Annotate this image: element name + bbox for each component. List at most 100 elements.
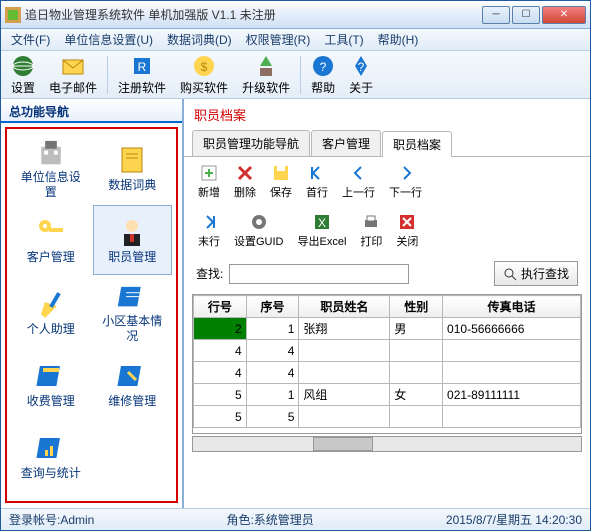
globe-icon [11, 54, 35, 78]
svg-text:R: R [138, 60, 147, 74]
toolbar-upgrade[interactable]: 升级软件 [236, 52, 296, 98]
sidebar-tab[interactable]: 总功能导航 [1, 99, 182, 123]
cell-gender[interactable]: 男 [390, 318, 443, 340]
staff-table: 行号 序号 职员姓名 性别 传真电话 21张翔男010-566666664444… [193, 295, 581, 428]
status-account: Admin [60, 513, 94, 527]
cell-fax[interactable]: 021-89111111 [443, 384, 581, 406]
cell-fax[interactable] [443, 340, 581, 362]
cell-seq[interactable]: 1 [246, 318, 299, 340]
sidebar-item-repair[interactable]: 维修管理 [93, 349, 173, 419]
table-row[interactable]: 21张翔男010-56666666 [194, 318, 581, 340]
first-button[interactable]: 首行 [300, 161, 334, 202]
cell-rownum[interactable]: 4 [194, 362, 247, 384]
cell-rownum[interactable]: 5 [194, 384, 247, 406]
horizontal-scrollbar[interactable] [192, 436, 582, 452]
tab-staff-nav[interactable]: 职员管理功能导航 [192, 130, 310, 156]
cell-name[interactable] [299, 362, 390, 384]
cell-name[interactable] [299, 406, 390, 428]
col-gender[interactable]: 性别 [390, 296, 443, 318]
data-grid[interactable]: 行号 序号 职员姓名 性别 传真电话 21张翔男010-566666664444… [192, 294, 582, 434]
close-button[interactable]: ✕ [542, 6, 586, 24]
building-icon [35, 137, 67, 168]
svg-text:?: ? [358, 60, 365, 74]
sidebar-item-query[interactable]: 查询与统计 [11, 421, 91, 491]
col-name[interactable]: 职员姓名 [299, 296, 390, 318]
prev-button[interactable]: 上一行 [336, 161, 381, 202]
menu-unit[interactable]: 单位信息设置(U) [58, 29, 159, 50]
tab-customer[interactable]: 客户管理 [311, 130, 381, 156]
save-icon [271, 163, 291, 183]
table-row[interactable]: 44 [194, 362, 581, 384]
toolbar-help[interactable]: ?帮助 [305, 52, 341, 98]
col-rownum[interactable]: 行号 [194, 296, 247, 318]
pen-icon [35, 288, 67, 320]
cell-gender[interactable]: 女 [390, 384, 443, 406]
sidebar-item-community[interactable]: 小区基本情况 [93, 277, 173, 347]
wrench-book-icon [116, 360, 148, 392]
sidebar-item-assistant[interactable]: 个人助理 [11, 277, 91, 347]
print-button[interactable]: 打印 [354, 210, 388, 251]
sidebar-item-unit[interactable]: 单位信息设置 [11, 133, 91, 203]
toolbar-register[interactable]: R注册软件 [112, 52, 172, 98]
table-row[interactable]: 51风组女021-89111111 [194, 384, 581, 406]
cell-gender[interactable] [390, 362, 443, 384]
cell-rownum[interactable]: 4 [194, 340, 247, 362]
sidebar-item-dict[interactable]: 数据词典 [93, 133, 173, 203]
cell-gender[interactable] [390, 406, 443, 428]
search-button[interactable]: 执行查找 [494, 261, 578, 286]
scrollbar-thumb[interactable] [313, 437, 373, 451]
toolbar-separator [300, 56, 301, 94]
maximize-button[interactable]: ☐ [512, 6, 540, 24]
search-input[interactable] [229, 264, 409, 284]
tabs-bar: 职员管理功能导航 客户管理 职员档案 [184, 130, 590, 157]
delete-icon [235, 163, 255, 183]
cell-fax[interactable] [443, 362, 581, 384]
toolbar-settings[interactable]: 设置 [5, 52, 41, 98]
col-fax[interactable]: 传真电话 [443, 296, 581, 318]
excel-button[interactable]: X导出Excel [292, 210, 353, 251]
status-role: 系统管理员 [254, 511, 314, 528]
minimize-button[interactable]: ─ [482, 6, 510, 24]
cell-gender[interactable] [390, 340, 443, 362]
cell-seq[interactable]: 4 [246, 362, 299, 384]
cell-seq[interactable]: 4 [246, 340, 299, 362]
sidebar-item-fee[interactable]: 收费管理 [11, 349, 91, 419]
cell-seq[interactable]: 1 [246, 384, 299, 406]
menu-file[interactable]: 文件(F) [5, 29, 56, 50]
cell-fax[interactable]: 010-56666666 [443, 318, 581, 340]
help-icon: ? [311, 54, 335, 78]
close-icon [397, 212, 417, 232]
sidebar: 总功能导航 单位信息设置 数据词典 客户管理 职员管理 个人助理 小区基本情况 … [1, 99, 184, 509]
cell-name[interactable] [299, 340, 390, 362]
cell-fax[interactable] [443, 406, 581, 428]
cell-name[interactable]: 张翔 [299, 318, 390, 340]
app-icon [5, 7, 21, 23]
cell-rownum[interactable]: 5 [194, 406, 247, 428]
register-icon: R [130, 54, 154, 78]
sidebar-item-customer[interactable]: 客户管理 [11, 205, 91, 275]
window-buttons: ─ ☐ ✕ [482, 6, 586, 24]
toolbar-about[interactable]: ?关于 [343, 52, 379, 98]
menu-dict[interactable]: 数据词典(D) [161, 29, 238, 50]
toolbar-buy[interactable]: $购买软件 [174, 52, 234, 98]
table-row[interactable]: 55 [194, 406, 581, 428]
cell-rownum[interactable]: 2 [194, 318, 247, 340]
menu-tool[interactable]: 工具(T) [318, 29, 369, 50]
tab-staff-archive[interactable]: 职员档案 [382, 131, 452, 157]
next-button[interactable]: 下一行 [383, 161, 428, 202]
sidebar-item-staff[interactable]: 职员管理 [93, 205, 173, 275]
col-seq[interactable]: 序号 [246, 296, 299, 318]
cell-name[interactable]: 风组 [299, 384, 390, 406]
add-button[interactable]: 新增 [192, 161, 226, 202]
person-icon [116, 216, 148, 248]
table-row[interactable]: 44 [194, 340, 581, 362]
menu-perm[interactable]: 权限管理(R) [240, 29, 317, 50]
save-button[interactable]: 保存 [264, 161, 298, 202]
menu-help[interactable]: 帮助(H) [372, 29, 425, 50]
last-button[interactable]: 末行 [192, 210, 226, 251]
cell-seq[interactable]: 5 [246, 406, 299, 428]
toolbar-email[interactable]: 电子邮件 [43, 52, 103, 98]
guid-button[interactable]: 设置GUID [228, 210, 290, 251]
close-panel-button[interactable]: 关闭 [390, 210, 424, 251]
delete-button[interactable]: 删除 [228, 161, 262, 202]
